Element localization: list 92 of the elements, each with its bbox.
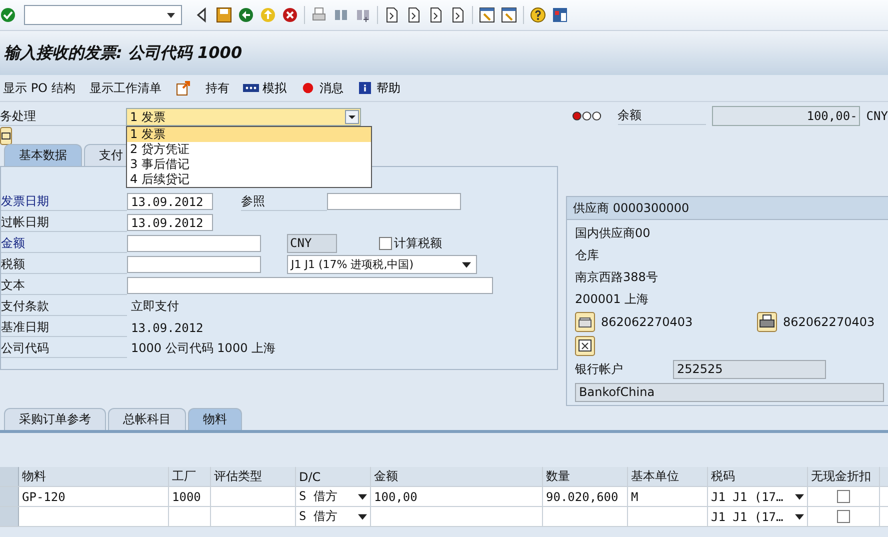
- window-title: 输入接收的发票: 公司代码 1000: [4, 42, 242, 64]
- page-icon[interactable]: [384, 7, 400, 23]
- save-icon[interactable]: [216, 7, 232, 23]
- binoculars-plus-icon[interactable]: [355, 7, 371, 23]
- fax-number: 862062270403: [783, 315, 876, 329]
- column-header[interactable]: 数量: [543, 467, 628, 486]
- tab[interactable]: 总帐科目: [108, 408, 186, 430]
- field-label: 公司代码: [1, 340, 127, 358]
- layout-icon[interactable]: [552, 7, 568, 23]
- dropdown-arrow-icon[interactable]: [462, 262, 471, 268]
- binoculars-icon[interactable]: [333, 7, 349, 23]
- currency-field: CNY: [287, 234, 337, 253]
- tab[interactable]: 采购订单参考: [4, 408, 106, 430]
- window-icon[interactable]: [479, 7, 495, 23]
- table-cell[interactable]: 100,00: [371, 487, 543, 506]
- toolbar-button[interactable]: 持有: [205, 80, 230, 96]
- dropdown-arrow-icon[interactable]: [795, 494, 804, 500]
- telex-icon[interactable]: [575, 336, 595, 356]
- toolbar-button[interactable]: 显示 PO 结构: [3, 80, 76, 96]
- window-icon[interactable]: [501, 7, 517, 23]
- bank-account-field: 252525: [673, 360, 826, 379]
- print-icon[interactable]: [311, 7, 327, 23]
- column-header[interactable]: 基本单位: [628, 467, 708, 486]
- tax-code-dropdown[interactable]: J1 J1 (17% 进项税,中国): [287, 255, 477, 274]
- dropdown-option[interactable]: 1 发票: [127, 127, 371, 142]
- toolbar-button[interactable]: 显示工作清单: [89, 80, 162, 96]
- dropdown-arrow-icon[interactable]: [167, 13, 175, 18]
- checkbox-label: 计算税额: [394, 235, 442, 252]
- field-label: 银行帐户: [575, 361, 624, 378]
- field-value: 立即支付: [130, 298, 179, 315]
- address-line: 南京西路388号: [575, 269, 658, 286]
- balance-label: 余额: [618, 107, 706, 125]
- bank-name-field: BankofChina: [575, 383, 884, 402]
- field-label: 支付条款: [1, 298, 127, 316]
- column-header[interactable]: 物料: [19, 467, 169, 486]
- tax-code-dropdown[interactable]: J1 J1 (17…: [708, 487, 808, 506]
- checkbox[interactable]: [837, 490, 850, 503]
- field-value: 13.09.2012: [130, 320, 204, 334]
- export-icon[interactable]: [175, 80, 192, 96]
- transaction-dropdown[interactable]: 1 发票: [126, 108, 361, 126]
- checkbox[interactable]: [837, 510, 850, 523]
- table-cell[interactable]: GP-120: [19, 487, 169, 506]
- dropdown-arrow-icon[interactable]: [358, 494, 367, 500]
- amount-field[interactable]: [127, 235, 261, 252]
- address-line: 200001 上海: [575, 291, 649, 308]
- address-line: 仓库: [575, 247, 599, 264]
- reference-field[interactable]: [327, 193, 461, 210]
- telephone-icon[interactable]: [575, 312, 595, 332]
- dropdown-option[interactable]: 4 后续贷记: [127, 172, 371, 187]
- dropdown-arrow-icon[interactable]: [358, 514, 367, 520]
- phone-number: 862062270403: [601, 315, 694, 329]
- dropdown-arrow-icon[interactable]: [795, 514, 804, 520]
- messages-button[interactable]: 消息: [300, 80, 344, 96]
- vendor-name: 国内供应商00: [575, 225, 650, 242]
- currency-text: CNY: [866, 109, 888, 123]
- command-field[interactable]: [24, 5, 182, 25]
- back-icon[interactable]: [238, 7, 254, 23]
- checkbox[interactable]: [379, 237, 392, 250]
- info-icon: [357, 82, 374, 94]
- balance-field: 100,00-: [712, 106, 860, 126]
- column-header[interactable]: 税码: [708, 467, 808, 486]
- date-field[interactable]: 13.09.2012: [127, 193, 213, 210]
- column-header[interactable]: 评估类型: [211, 467, 296, 486]
- date-field[interactable]: 13.09.2012: [127, 214, 213, 231]
- page-icon[interactable]: [406, 7, 422, 23]
- table-cell[interactable]: 90.020,600: [543, 487, 628, 506]
- document-button-icon[interactable]: [0, 127, 12, 145]
- dc-dropdown[interactable]: S 借方: [296, 487, 371, 506]
- page-icon[interactable]: [450, 7, 466, 23]
- dots-icon: [243, 82, 260, 94]
- simulate-button[interactable]: 模拟: [243, 80, 286, 96]
- help-button[interactable]: 帮助: [357, 80, 400, 96]
- table-cell[interactable]: M: [628, 487, 708, 506]
- tab[interactable]: 物料: [188, 408, 242, 430]
- field-value: 1000 公司代码 1000 上海: [130, 340, 276, 357]
- help-icon[interactable]: [530, 7, 546, 23]
- text-field[interactable]: [127, 277, 493, 294]
- field-label: 基准日期: [1, 318, 127, 336]
- table-cell[interactable]: 1000: [169, 487, 211, 506]
- cancel-icon[interactable]: [282, 7, 298, 23]
- printer-icon[interactable]: [757, 312, 777, 332]
- tax-code-dropdown[interactable]: J1 J1 (17…: [708, 507, 808, 526]
- page-icon[interactable]: [428, 7, 444, 23]
- enter-check-icon[interactable]: [0, 7, 16, 23]
- tax-amount-field[interactable]: [127, 256, 261, 273]
- tab[interactable]: 基本数据: [4, 144, 82, 166]
- dc-dropdown[interactable]: S 借方: [296, 507, 371, 526]
- column-header[interactable]: 金额: [371, 467, 543, 486]
- column-header[interactable]: D/C: [296, 467, 371, 486]
- vendor-header: 供应商 0000300000: [567, 197, 888, 220]
- column-header[interactable]: 无现金折扣: [808, 467, 880, 486]
- column-header[interactable]: 工厂: [169, 467, 211, 486]
